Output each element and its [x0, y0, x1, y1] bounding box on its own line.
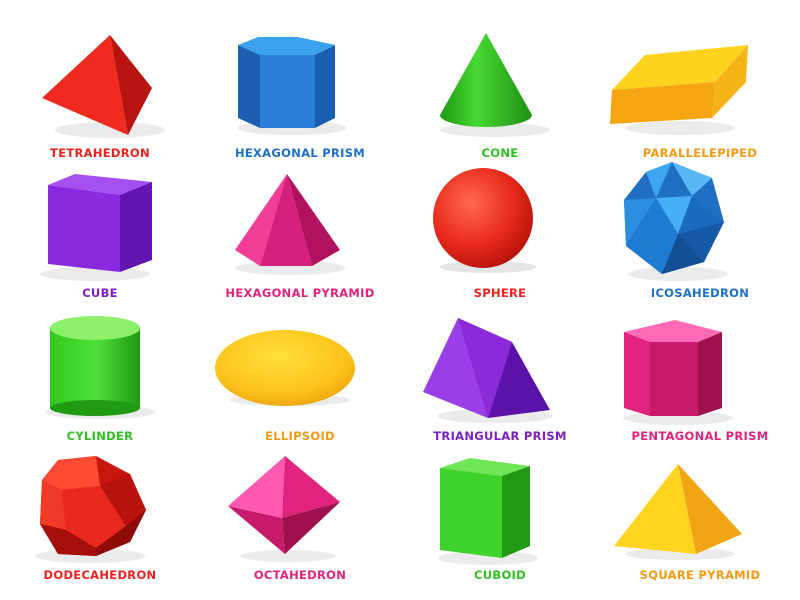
icosahedron-icon: [624, 162, 728, 281]
tetrahedron-icon: [42, 35, 165, 138]
shape-triangular-prism: TRIANGULAR PRISM: [400, 300, 600, 450]
shape-sphere: SPHERE: [400, 150, 600, 300]
label-cube: CUBE: [82, 286, 118, 300]
label-icosahedron: ICOSAHEDRON: [650, 286, 750, 300]
label-square-pyramid: SQUARE PYRAMID: [639, 568, 761, 582]
parallelepiped-icon: [610, 45, 748, 135]
triangular-prism-icon: [423, 318, 553, 423]
shape-dodecahedron: DODECAHEDRON: [0, 450, 200, 600]
sphere-icon: [433, 168, 536, 273]
label-ellipsoid: ELLIPSOID: [265, 429, 335, 443]
label-pentagonal-prism: PENTAGONAL PRISM: [631, 429, 769, 443]
label-cuboid: CUBOID: [474, 568, 526, 582]
label-cylinder: CYLINDER: [66, 429, 134, 443]
shape-hexagonal-pyramid: HEXAGONAL PYRAMID: [200, 150, 400, 300]
shape-cone: CONE: [400, 0, 600, 160]
cylinder-icon: [45, 316, 155, 419]
shape-octahedron: OCTAHEDRON: [200, 450, 400, 600]
label-hexagonal-pyramid: HEXAGONAL PYRAMID: [225, 286, 375, 300]
shape-cylinder: CYLINDER: [0, 300, 200, 450]
shape-cuboid: CUBOID: [400, 450, 600, 600]
label-triangular-prism: TRIANGULAR PRISM: [433, 429, 567, 443]
shape-pentagonal-prism: PENTAGONAL PRISM: [600, 300, 800, 450]
shape-square-pyramid: SQUARE PYRAMID: [600, 450, 800, 600]
shape-ellipsoid: ELLIPSOID: [200, 300, 400, 450]
shape-parallelepiped: PARALLELEPIPED: [600, 0, 800, 160]
ellipsoid-icon: [215, 330, 355, 406]
shape-hexagonal-prism: HEXAGONAL PRISM: [200, 0, 400, 160]
shape-cube: CUBE: [0, 150, 200, 300]
shape-tetrahedron: TETRAHEDRON: [0, 0, 200, 160]
hexagonal-pyramid-icon: [235, 174, 345, 275]
shape-icosahedron: ICOSAHEDRON: [600, 150, 800, 300]
hexagonal-prism-icon: [237, 37, 347, 135]
pentagonal-prism-icon: [623, 320, 733, 425]
label-dodecahedron: DODECAHEDRON: [43, 568, 157, 582]
label-octahedron: OCTAHEDRON: [253, 568, 347, 582]
cube-icon: [40, 174, 152, 281]
label-sphere: SPHERE: [473, 286, 527, 300]
cone-icon: [440, 33, 550, 137]
